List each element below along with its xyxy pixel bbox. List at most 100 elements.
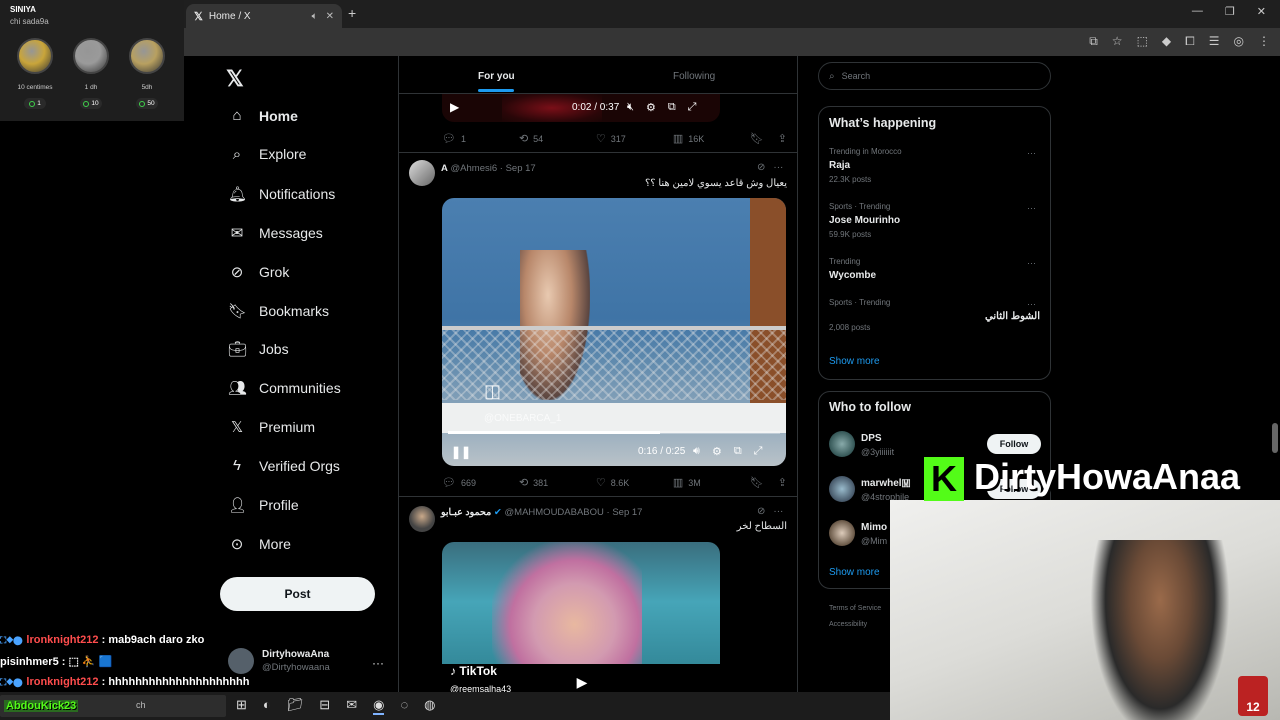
star-icon[interactable]: ☆: [1112, 34, 1123, 49]
trend-name[interactable]: Jose Mourinho: [829, 215, 900, 226]
sidebar-item-messages[interactable]: ✉ Messages: [228, 224, 323, 242]
sidebar-item-notifications[interactable]: 🔔︎ Notifications: [228, 185, 335, 203]
menu-kebab-icon[interactable]: ⋮: [1258, 34, 1270, 49]
close-window-icon[interactable]: ✕: [1257, 5, 1266, 18]
fullscreen-icon[interactable]: ⤢: [754, 445, 763, 458]
chrome-icon[interactable]: ◉: [373, 697, 385, 715]
playlist-icon[interactable]: ☰: [1209, 34, 1220, 49]
volume-icon[interactable]: 🔊︎: [693, 445, 700, 458]
avatar[interactable]: [829, 476, 855, 502]
search-input[interactable]: ⌕ Search: [818, 62, 1051, 90]
tweet-author-name[interactable]: محمود عبـابو: [441, 507, 491, 518]
tweet-author-handle[interactable]: @Ahmesi6: [451, 163, 498, 174]
trends-show-more[interactable]: Show more: [829, 356, 880, 367]
sidebar-item-bookmarks[interactable]: 🔖︎ Bookmarks: [228, 302, 329, 320]
tweet-author-name[interactable]: A: [441, 163, 448, 174]
coin-icon: [73, 38, 109, 74]
outlook-icon[interactable]: ✉: [346, 697, 357, 715]
sidebar-item-more[interactable]: ⊙ More: [228, 535, 291, 553]
new-tab-button[interactable]: +: [348, 5, 356, 21]
more-dots-icon[interactable]: ···: [1027, 148, 1036, 158]
follow-button[interactable]: Follow: [987, 434, 1041, 454]
feed-tabs: [399, 56, 797, 94]
more-dots-icon[interactable]: ···: [1027, 299, 1036, 309]
more-dots-icon[interactable]: ···: [773, 506, 783, 517]
avatar[interactable]: [829, 431, 855, 457]
tweet-author-handle[interactable]: @MAHMOUDABABOU: [505, 507, 604, 518]
minimize-icon[interactable]: —: [1192, 5, 1203, 18]
pip-icon[interactable]: ⧉: [668, 101, 676, 114]
views-button[interactable]: ▥ 16K: [673, 132, 750, 145]
tab-following[interactable]: Following: [673, 71, 715, 82]
tweet-date[interactable]: Sep 17: [612, 507, 642, 518]
messenger-icon[interactable]: ◌: [400, 697, 408, 715]
obs-icon[interactable]: ◍: [424, 697, 435, 715]
sidebar-item-premium[interactable]: 𝕏 Premium: [228, 418, 315, 436]
trend-name[interactable]: Raja: [829, 160, 850, 171]
profile-icon[interactable]: ◎: [1234, 34, 1244, 49]
sidebar-item-home[interactable]: ⌂ Home: [228, 107, 297, 124]
file-explorer-icon[interactable]: 📁︎: [287, 697, 304, 715]
sidebar-item-jobs[interactable]: 💼︎ Jobs: [228, 340, 289, 358]
settings-icon[interactable]: ⚙: [712, 445, 722, 458]
sidebar-item-verified-orgs[interactable]: ϟ Verified Orgs: [228, 457, 340, 474]
x-logo-icon[interactable]: 𝕏: [226, 66, 244, 92]
like-button[interactable]: ♡ 317: [596, 132, 673, 145]
puzzle-icon[interactable]: ⧠: [1185, 34, 1195, 49]
more-dots-icon[interactable]: ···: [372, 656, 384, 670]
pip-icon[interactable]: ⧉: [734, 445, 742, 458]
restore-icon[interactable]: ❐: [1225, 5, 1235, 18]
reply-button[interactable]: 💬︎ 669: [442, 476, 519, 489]
bookmark-icon[interactable]: 🔖︎: [750, 132, 764, 145]
play-icon[interactable]: ▶: [450, 100, 459, 114]
tab-for-you[interactable]: For you: [478, 71, 515, 82]
trend-name[interactable]: الشوط الثاني: [829, 311, 1040, 322]
fullscreen-icon[interactable]: ⤢: [688, 101, 697, 114]
avatar[interactable]: [409, 506, 435, 532]
sidebar-item-communities[interactable]: 👥︎ Communities: [228, 379, 341, 397]
task-view-icon[interactable]: ⊞: [236, 697, 247, 715]
accessibility-link[interactable]: Accessibility: [829, 621, 867, 628]
pause-icon[interactable]: ❚❚: [451, 445, 471, 459]
repost-button[interactable]: ⟲ 381: [519, 476, 596, 489]
sidebar-item-explore[interactable]: ⌕ Explore: [228, 146, 307, 163]
follow-suggestion-name[interactable]: marwhel🇲: [861, 478, 910, 489]
video-progress-bar[interactable]: [448, 431, 780, 434]
follow-suggestion-name[interactable]: DPS: [861, 433, 882, 444]
extension-diamond-icon[interactable]: ◆: [1162, 34, 1171, 49]
store-icon[interactable]: ⊟: [319, 697, 330, 715]
browser-tab[interactable]: 𝕏 Home / X 🔈︎ ✕: [186, 4, 342, 28]
bookmark-icon[interactable]: 🔖︎: [750, 476, 764, 489]
like-button[interactable]: ♡ 8.6K: [596, 476, 673, 489]
who-to-follow-show-more[interactable]: Show more: [829, 567, 880, 578]
mute-tab-icon[interactable]: 🔈︎: [312, 11, 318, 22]
sidebar-item-profile[interactable]: 👤︎ Profile: [228, 496, 299, 514]
more-dots-icon[interactable]: ···: [1027, 258, 1036, 268]
cast-icon[interactable]: ⧉: [1089, 34, 1098, 49]
trend-name[interactable]: Wycombe: [829, 270, 876, 281]
account-switcher[interactable]: DirtyhowaAna @Dirtyhowaana: [228, 648, 330, 674]
post-button[interactable]: Post: [220, 577, 375, 611]
mute-icon[interactable]: 🔇︎: [627, 101, 634, 114]
grok-icon[interactable]: ⊘: [757, 162, 765, 173]
address-bar[interactable]: ⧉ ☆ ⬚ ◆ ⧠ ☰ ◎ ⋮: [0, 28, 1280, 56]
repost-button[interactable]: ⟲ 54: [519, 132, 596, 145]
tweet-date[interactable]: Sep 17: [506, 163, 536, 174]
avatar[interactable]: [409, 160, 435, 186]
more-dots-icon[interactable]: ···: [1027, 203, 1036, 213]
edge-icon[interactable]: ◐: [263, 697, 271, 715]
settings-icon[interactable]: ⚙: [646, 101, 656, 114]
share-icon[interactable]: ⇪: [778, 132, 787, 145]
translate-icon[interactable]: ⬚: [1137, 34, 1148, 49]
tweet-video[interactable]: [442, 198, 786, 466]
close-tab-icon[interactable]: ✕: [326, 11, 334, 22]
reply-button[interactable]: 💬︎ 1: [442, 132, 519, 145]
follow-suggestion-name[interactable]: Mimo: [861, 522, 887, 533]
views-button[interactable]: ▥ 3M: [673, 476, 750, 489]
grok-icon[interactable]: ⊘: [757, 506, 765, 517]
avatar[interactable]: [829, 520, 855, 546]
sidebar-item-grok[interactable]: ⊘ Grok: [228, 263, 290, 281]
share-icon[interactable]: ⇪: [778, 476, 787, 489]
more-dots-icon[interactable]: ···: [773, 162, 783, 173]
terms-link[interactable]: Terms of Service: [829, 605, 881, 612]
